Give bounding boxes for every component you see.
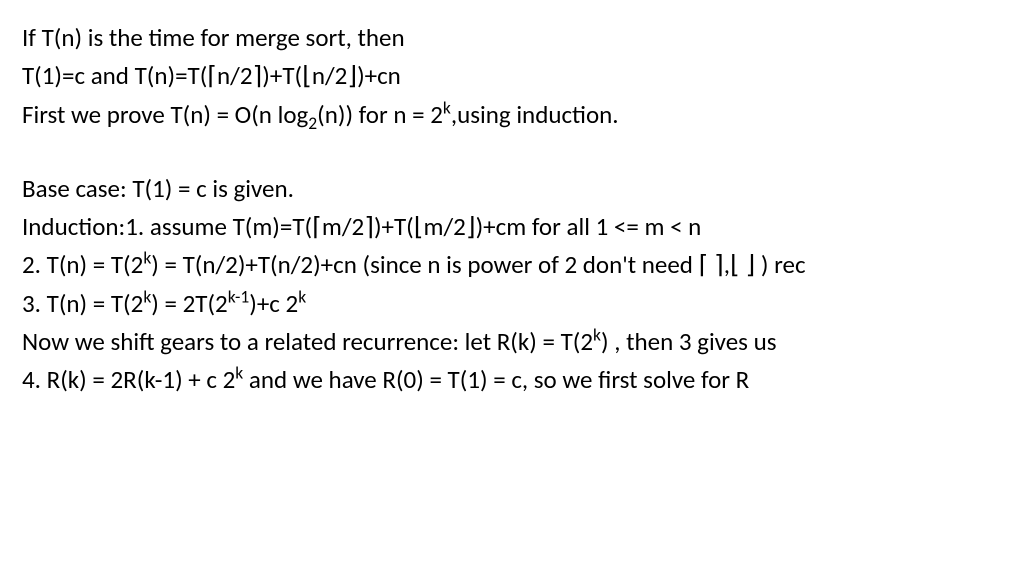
- text: )+T(: [262, 60, 302, 91]
- ceil-open: ⌈: [312, 211, 322, 242]
- text: )+cn: [357, 60, 401, 91]
- proof-line-6: 2. T(n) = T(2k) = T(n/2)+T(n/2)+cn (sinc…: [22, 247, 1002, 283]
- text: ) = 2T(2: [151, 288, 227, 319]
- superscript: k: [443, 96, 451, 118]
- text: and we have R(0) = T(1) = c, so we first…: [243, 364, 749, 395]
- text: If T(n) is the time for merge sort, then: [22, 22, 405, 53]
- proof-line-1: If T(n) is the time for merge sort, then: [22, 20, 1002, 56]
- proof-line-8: Now we shift gears to a related recurren…: [22, 324, 1002, 360]
- superscript: k: [298, 285, 306, 307]
- ceil-close: ⌉: [253, 60, 263, 91]
- text: 3. T(n) = T(2: [22, 288, 143, 319]
- proof-line-5: Induction:1. assume T(m)=T(⌈m/2⌉)+T(⌊m/2…: [22, 209, 1002, 245]
- text: ,using induction.: [451, 99, 619, 130]
- ceil-open: ⌈: [207, 60, 217, 91]
- subscript: 2: [308, 112, 317, 134]
- floor-close: ⌋: [347, 60, 357, 91]
- text: T(1)=c and T(n)=T(: [22, 60, 207, 91]
- text: )+cm for all 1 <= m < n: [476, 211, 702, 242]
- proof-line-4: Base case: T(1) = c is given.: [22, 171, 1002, 207]
- text: m/2: [322, 211, 364, 242]
- proof-line-3: First we prove T(n) = O(n log2(n)) for n…: [22, 97, 1002, 133]
- text: 2. T(n) = T(2: [22, 249, 143, 280]
- text: ) = T(n/2)+T(n/2)+cn (since n is power o…: [151, 249, 698, 280]
- spacer: [22, 135, 1002, 171]
- text: )+c 2: [249, 288, 298, 319]
- text: m/2: [424, 211, 466, 242]
- floor-open: ⌊: [414, 211, 424, 242]
- text: Base case: T(1) = c is given.: [22, 173, 294, 204]
- proof-line-9: 4. R(k) = 2R(k-1) + c 2k and we have R(0…: [22, 362, 1002, 398]
- ceil-close: ⌉: [364, 211, 374, 242]
- ceil-close: ⌉: [714, 249, 724, 280]
- text: n/2: [217, 60, 252, 91]
- floor-open: ⌊: [302, 60, 312, 91]
- proof-line-7: 3. T(n) = T(2k) = 2T(2k-1)+c 2k: [22, 286, 1002, 322]
- text: (n)) for n = 2: [317, 99, 443, 130]
- superscript: k-1: [228, 285, 250, 307]
- text: n/2: [312, 60, 347, 91]
- floor-close: ⌋: [466, 211, 476, 242]
- ceil-open: ⌈: [699, 249, 709, 280]
- text: Induction:1. assume T(m)=T(: [22, 211, 312, 242]
- floor-close: ⌋: [745, 249, 755, 280]
- floor-open: ⌊: [730, 249, 740, 280]
- text: First we prove T(n) = O(n log: [22, 99, 308, 130]
- text: )+T(: [374, 211, 414, 242]
- text: 4. R(k) = 2R(k-1) + c 2: [22, 364, 235, 395]
- text: ) , then 3 gives us: [601, 326, 777, 357]
- text: Now we shift gears to a related recurren…: [22, 326, 593, 357]
- proof-line-2: T(1)=c and T(n)=T(⌈n/2⌉)+T(⌊n/2⌋)+cn: [22, 58, 1002, 94]
- superscript: k: [593, 323, 601, 345]
- text: ) rec: [755, 249, 805, 280]
